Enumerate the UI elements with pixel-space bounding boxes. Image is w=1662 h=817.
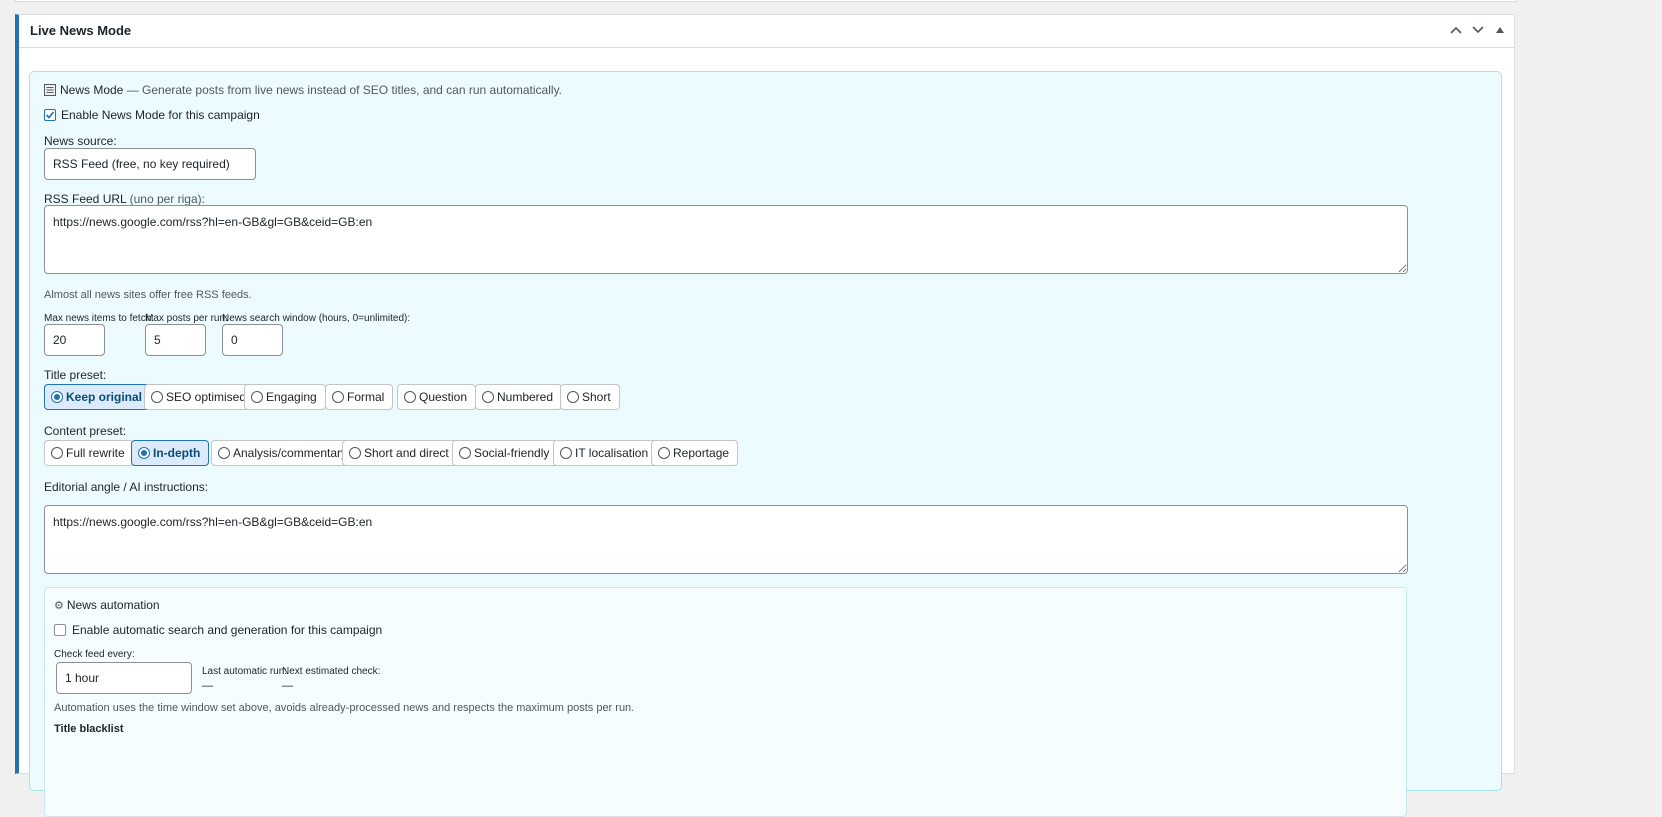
title-preset-label-text: Formal: [347, 390, 385, 404]
content-preset-label-text: IT localisation: [575, 446, 649, 460]
enable-news-mode-label: Enable News Mode for this campaign: [61, 108, 260, 122]
content-preset-label-text: Analysis/commentary: [233, 446, 348, 460]
radio-icon: [658, 447, 670, 459]
last-run-value: —: [202, 680, 213, 692]
gear-icon: ⚙: [54, 599, 64, 612]
radio-icon: [51, 391, 63, 403]
title-preset-label-text: Question: [419, 390, 468, 404]
automation-title-row: ⚙ News automation: [54, 598, 160, 612]
content-preset-social-friendly[interactable]: Social-friendly: [452, 440, 559, 466]
content-preset-short-and-direct[interactable]: Short and direct: [342, 440, 458, 466]
content-preset-full-rewrite[interactable]: Full rewrite: [44, 440, 134, 466]
content-preset-reportage[interactable]: Reportage: [651, 440, 739, 466]
collapse-toggle-icon[interactable]: [1492, 21, 1508, 39]
enable-automation-label: Enable automatic search and generation f…: [72, 623, 383, 637]
news-source-select[interactable]: RSS Feed (free, no key required): [44, 148, 256, 180]
metabox-header: Live News Mode: [19, 15, 1514, 48]
radio-icon: [332, 391, 344, 403]
rss-help-text: Almost all news sites offer free RSS fee…: [44, 289, 252, 301]
radio-icon: [560, 447, 572, 459]
check-frequency-select[interactable]: 1 hour: [56, 662, 192, 694]
max-posts-label: Max posts per run:: [145, 313, 228, 324]
content-preset-label-text: Short and direct: [364, 446, 449, 460]
content-preset-analysis-commentary[interactable]: Analysis/commentary: [211, 440, 357, 466]
next-check-value: —: [282, 680, 293, 692]
content-preset-label-text: Full rewrite: [66, 446, 125, 460]
content-preset-label-text: Social-friendly: [474, 446, 550, 460]
content-preset-it-localisation[interactable]: IT localisation: [553, 440, 658, 466]
content-preset-label-text: Reportage: [673, 446, 730, 460]
live-news-metabox: Live News Mode News Mode — Generate post…: [15, 14, 1515, 817]
automation-section: ⚙ News automation Enable automatic searc…: [44, 587, 1407, 817]
title-preset-keep-original[interactable]: Keep original: [44, 384, 152, 410]
rss-url-label: RSS Feed URL (uno per riga):: [44, 192, 205, 206]
title-preset-engaging[interactable]: Engaging: [244, 384, 326, 410]
title-preset-label-text: Engaging: [266, 390, 317, 404]
news-mode-intro-title: News Mode: [60, 83, 124, 97]
previous-metabox: [15, 0, 1517, 2]
content-preset-label-text: In-depth: [153, 446, 201, 460]
content-preset-in-depth[interactable]: In-depth: [131, 440, 210, 466]
automation-title: News automation: [66, 598, 160, 612]
news-mode-intro-text: — Generate posts from live news instead …: [123, 83, 563, 97]
search-window-input[interactable]: [222, 324, 283, 356]
metabox-title: Live News Mode: [30, 23, 132, 38]
title-preset-numbered[interactable]: Numbered: [475, 384, 563, 410]
title-preset-short[interactable]: Short: [560, 384, 620, 410]
title-preset-label-text: Keep original: [66, 390, 143, 404]
editorial-angle-textarea[interactable]: https://news.google.com/rss?hl=en-GB&gl=…: [44, 505, 1408, 574]
radio-icon: [567, 391, 579, 403]
title-preset-label-text: SEO optimised: [166, 390, 247, 404]
radio-icon: [251, 391, 263, 403]
title-preset-question[interactable]: Question: [397, 384, 477, 410]
radio-icon: [404, 391, 416, 403]
title-preset-label: Title preset:: [44, 368, 107, 382]
max-items-label: Max news items to fetch:: [44, 313, 155, 324]
rss-url-label-hint: (uno per riga):: [126, 192, 205, 206]
handle-actions: [1448, 21, 1508, 39]
check-frequency-label: Check feed every:: [54, 649, 135, 660]
title-preset-seo-optimised[interactable]: SEO optimised: [144, 384, 256, 410]
newspaper-icon: [44, 84, 56, 96]
radio-icon: [482, 391, 494, 403]
max-posts-input[interactable]: [145, 324, 206, 356]
max-items-input[interactable]: [44, 324, 105, 356]
search-window-label: News search window (hours, 0=unlimited):: [222, 313, 411, 324]
radio-icon: [138, 447, 150, 459]
title-preset-label-text: Numbered: [497, 390, 554, 404]
move-down-icon[interactable]: [1470, 21, 1486, 39]
enable-automation-row[interactable]: Enable automatic search and generation f…: [54, 623, 382, 637]
radio-icon: [349, 447, 361, 459]
radio-icon: [218, 447, 230, 459]
next-check-label: Next estimated check:: [282, 666, 381, 677]
radio-icon: [459, 447, 471, 459]
radio-icon: [51, 447, 63, 459]
enable-automation-checkbox[interactable]: [54, 624, 66, 636]
rss-url-label-main: RSS Feed URL: [44, 192, 127, 206]
title-blacklist-label: Title blacklist: [54, 723, 124, 735]
rss-url-textarea[interactable]: https://news.google.com/rss?hl=en-GB&gl=…: [44, 205, 1408, 274]
automation-note: Automation uses the time window set abov…: [54, 702, 635, 714]
news-source-label: News source:: [44, 134, 117, 148]
title-preset-label-text: Short: [582, 390, 611, 404]
last-run-label: Last automatic run:: [202, 666, 288, 677]
editorial-angle-label: Editorial angle / AI instructions:: [44, 480, 209, 494]
title-preset-formal[interactable]: Formal: [325, 384, 394, 410]
radio-icon: [151, 391, 163, 403]
enable-news-mode-checkbox[interactable]: [44, 109, 56, 121]
enable-news-mode-row[interactable]: Enable News Mode for this campaign: [44, 108, 260, 122]
news-mode-panel: News Mode — Generate posts from live new…: [29, 71, 1502, 817]
news-mode-intro: News Mode — Generate posts from live new…: [44, 83, 562, 97]
content-preset-label: Content preset:: [44, 424, 127, 438]
move-up-icon[interactable]: [1448, 21, 1464, 39]
